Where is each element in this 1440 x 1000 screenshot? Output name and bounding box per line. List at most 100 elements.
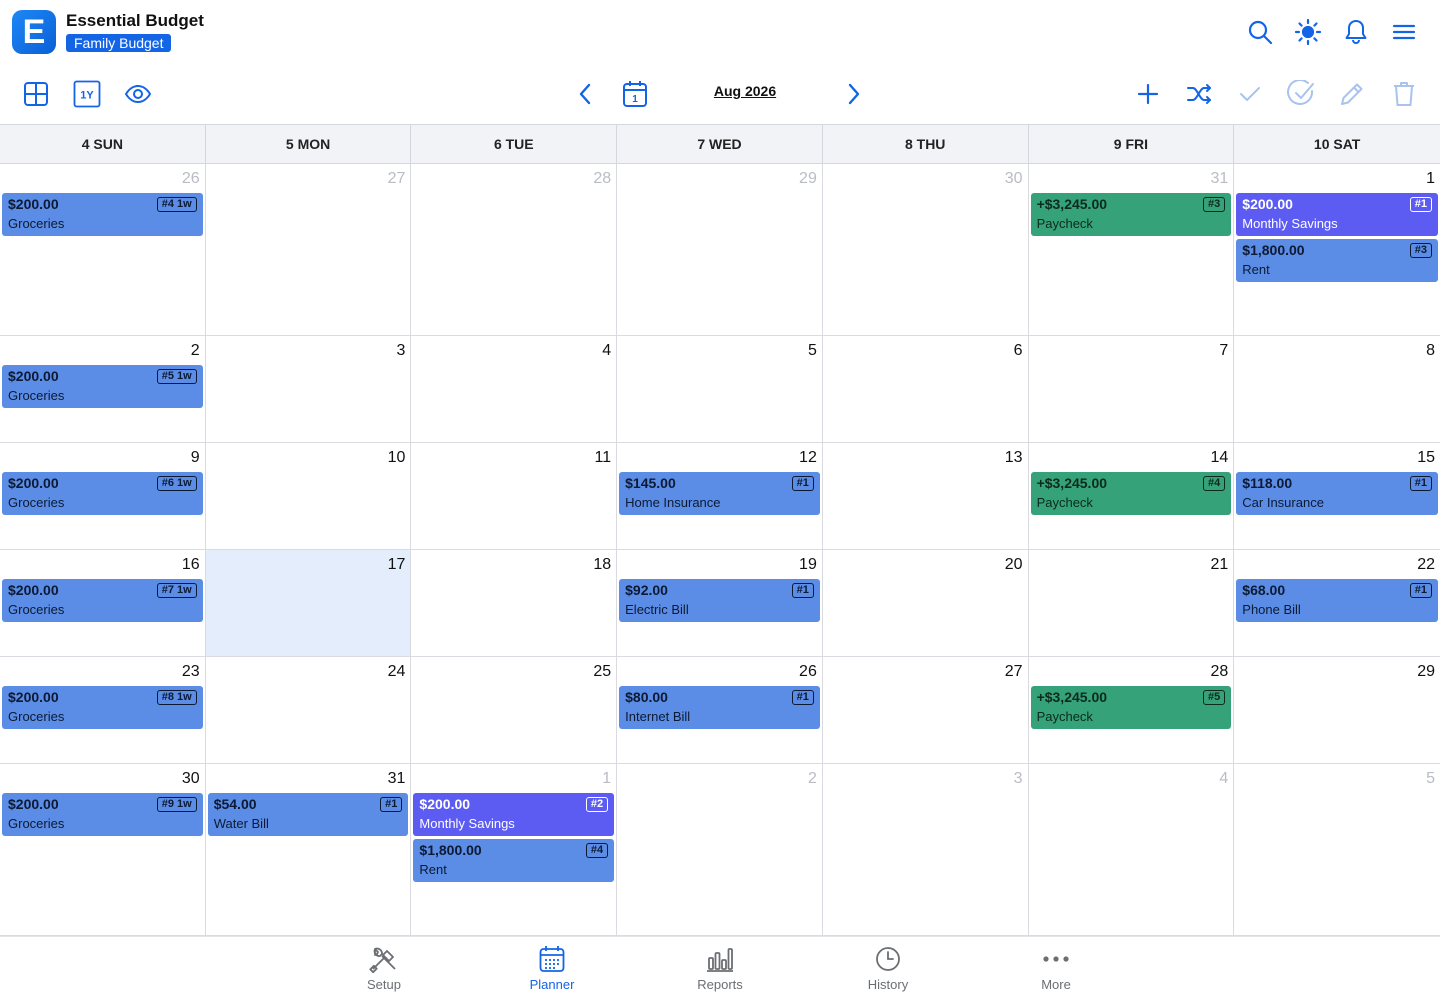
calendar-day[interactable]: 27 (206, 164, 412, 335)
edit-icon[interactable] (1334, 76, 1370, 112)
event-occurrence-tag: #9 1w (156, 797, 197, 812)
budget-event[interactable]: $200.00 Groceries #6 1w (2, 472, 203, 515)
budget-event[interactable]: $1,800.00 Rent #4 (413, 839, 615, 882)
calendar-day[interactable]: 4 (411, 336, 618, 442)
calendar-day[interactable]: 28 +$3,245.00 Paycheck #5 (1029, 657, 1235, 763)
calendar-day[interactable]: 18 (411, 550, 618, 656)
budget-event[interactable]: $1,800.00 Rent #3 (1236, 239, 1438, 282)
budget-event[interactable]: +$3,245.00 Paycheck #4 (1030, 472, 1232, 515)
event-amount: $145.00 (625, 475, 676, 491)
prev-month-button[interactable] (567, 76, 603, 112)
calendar-day[interactable]: 27 (823, 657, 1029, 763)
day-number: 25 (593, 663, 612, 680)
calendar-day[interactable]: 31 $54.00 Water Bill #1 (206, 764, 412, 935)
calendar-day[interactable]: 12 $145.00 Home Insurance #1 (617, 443, 823, 549)
check-icon[interactable] (1232, 76, 1268, 112)
event-amount: $1,800.00 (419, 842, 482, 858)
calendar-day[interactable]: 2 (617, 764, 823, 935)
grid-icon[interactable] (18, 76, 54, 112)
calendar-day[interactable]: 4 (1029, 764, 1235, 935)
nav-more[interactable]: More (1001, 943, 1111, 992)
event-amount: $80.00 (625, 689, 668, 705)
calendar-grid: 4 SUN 5 MON 6 TUE 7 WED 8 THU 9 FRI 10 SAT 26 $… (0, 124, 1440, 936)
calendar-day[interactable]: 26 $200.00 Groceries #4 1w (0, 164, 206, 335)
day-number: 21 (1210, 556, 1229, 573)
eye-icon[interactable] (120, 76, 156, 112)
budget-event[interactable]: $145.00 Home Insurance #1 (619, 472, 820, 515)
calendar-day[interactable]: 15 $118.00 Car Insurance #1 (1234, 443, 1440, 549)
budget-event[interactable]: $200.00 Groceries #8 1w (2, 686, 203, 729)
calendar-day[interactable]: 7 (1029, 336, 1235, 442)
day-number: 27 (1004, 663, 1023, 680)
calendar-day[interactable]: 30 (823, 164, 1029, 335)
calendar-day[interactable]: 28 (411, 164, 618, 335)
day-number: 6 (1013, 342, 1023, 359)
calendar-day[interactable]: 11 (411, 443, 618, 549)
calendar-day[interactable]: 29 (1234, 657, 1440, 763)
bell-icon[interactable] (1340, 16, 1372, 48)
calendar-day[interactable]: 31 +$3,245.00 Paycheck #3 (1029, 164, 1235, 335)
budget-event[interactable]: $118.00 Car Insurance #1 (1236, 472, 1438, 515)
day-number: 3 (1013, 770, 1023, 787)
calendar-day-today[interactable]: 17 (205, 550, 412, 656)
nav-reports[interactable]: Reports (665, 943, 775, 992)
calendar-day[interactable]: 8 (1234, 336, 1440, 442)
calendar-day[interactable]: 30 $200.00 Groceries #9 1w (0, 764, 206, 935)
calendar-day[interactable]: 2 $200.00 Groceries #5 1w (0, 336, 206, 442)
nav-setup[interactable]: Setup (329, 943, 439, 992)
calendar-day[interactable]: 13 (823, 443, 1029, 549)
day-number: 7 (1219, 342, 1229, 359)
budget-event[interactable]: +$3,245.00 Paycheck #5 (1030, 686, 1232, 729)
budget-event[interactable]: $80.00 Internet Bill #1 (619, 686, 820, 729)
budget-selector[interactable]: Family Budget (66, 34, 172, 52)
budget-event[interactable]: $68.00 Phone Bill #1 (1236, 579, 1438, 622)
budget-event[interactable]: $200.00 Monthly Savings #1 (1236, 193, 1438, 236)
calendar-day[interactable]: 20 (823, 550, 1029, 656)
calendar-day[interactable]: 29 (617, 164, 823, 335)
budget-event[interactable]: $54.00 Water Bill #1 (207, 793, 409, 836)
calendar-day[interactable]: 14 +$3,245.00 Paycheck #4 (1029, 443, 1235, 549)
calendar-day[interactable]: 5 (617, 336, 823, 442)
calendar-day[interactable]: 21 (1029, 550, 1235, 656)
calendar-day[interactable]: 24 (206, 657, 412, 763)
nav-planner[interactable]: Planner (497, 943, 607, 992)
budget-event[interactable]: +$3,245.00 Paycheck #3 (1030, 193, 1232, 236)
budget-event[interactable]: $200.00 Groceries #9 1w (2, 793, 203, 836)
bottom-navigation: Setup Planner Reports History More (0, 936, 1440, 1000)
nav-label: History (867, 977, 909, 992)
brightness-icon[interactable] (1292, 16, 1324, 48)
check-circle-icon[interactable] (1283, 76, 1319, 112)
budget-event[interactable]: $200.00 Monthly Savings #2 (413, 793, 615, 836)
menu-icon[interactable] (1388, 16, 1420, 48)
budget-event[interactable]: $200.00 Groceries #5 1w (2, 365, 203, 408)
year-view-icon[interactable]: 1Y (69, 76, 105, 112)
nav-label: Reports (697, 977, 743, 992)
add-icon[interactable] (1130, 76, 1166, 112)
calendar-day[interactable]: 1 $200.00 Monthly Savings #1 $1,800.00 Rent #3 (1234, 164, 1440, 335)
calendar-day[interactable]: 16 $200.00 Groceries #7 1w (0, 550, 206, 656)
calendar-day[interactable]: 19 $92.00 Electric Bill #1 (617, 550, 823, 656)
shuffle-icon[interactable] (1181, 76, 1217, 112)
day-number: 15 (1417, 449, 1435, 466)
search-icon[interactable] (1244, 16, 1276, 48)
calendar-day[interactable]: 22 $68.00 Phone Bill #1 (1234, 550, 1440, 656)
calendar-day[interactable]: 25 (411, 657, 618, 763)
budget-event[interactable]: $92.00 Electric Bill #1 (619, 579, 820, 622)
calendar-day[interactable]: 6 (823, 336, 1029, 442)
calendar-today-icon[interactable]: 1 (617, 76, 653, 112)
budget-event[interactable]: $200.00 Groceries #7 1w (2, 579, 203, 622)
trash-icon[interactable] (1386, 76, 1422, 112)
calendar-day[interactable]: 5 (1234, 764, 1440, 935)
nav-history[interactable]: History (833, 943, 943, 992)
calendar-day[interactable]: 26 $80.00 Internet Bill #1 (617, 657, 823, 763)
calendar-day[interactable]: 23 $200.00 Groceries #8 1w (0, 657, 206, 763)
month-label[interactable]: Aug 2026 (700, 83, 790, 99)
calendar-day[interactable]: 3 (823, 764, 1029, 935)
next-month-button[interactable] (836, 76, 872, 112)
calendar-day[interactable]: 9 $200.00 Groceries #6 1w (0, 443, 206, 549)
calendar-day[interactable]: 10 (206, 443, 412, 549)
calendar-day[interactable]: 3 (206, 336, 412, 442)
event-name: Rent (419, 862, 447, 877)
calendar-day[interactable]: 1 $200.00 Monthly Savings #2 $1,800.00 Rent #4 (411, 764, 618, 935)
budget-event[interactable]: $200.00 Groceries #4 1w (2, 193, 203, 236)
